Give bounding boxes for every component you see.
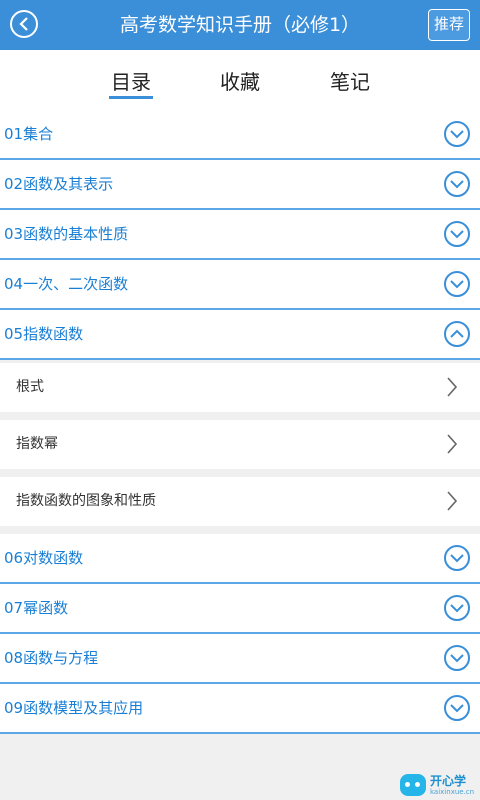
chapter-row[interactable]: 08函数与方程 <box>0 634 480 684</box>
divider <box>0 412 480 420</box>
tab-favorites[interactable]: 收藏 <box>220 66 260 95</box>
chevron-down-icon[interactable] <box>444 695 470 721</box>
subsection-label: 指数函数的图象和性质 <box>16 493 156 509</box>
divider <box>0 469 480 477</box>
chevron-down-icon[interactable] <box>444 595 470 621</box>
chevron-up-icon[interactable] <box>444 321 470 347</box>
chapter-label: 05指数函数 <box>4 325 84 343</box>
chapter-label: 03函数的基本性质 <box>4 225 129 243</box>
chapter-label: 01集合 <box>4 125 54 143</box>
chevron-down-icon[interactable] <box>444 121 470 147</box>
watermark-url: kaixinxue.cn <box>430 788 475 796</box>
tab-contents[interactable]: 目录 <box>109 66 153 99</box>
watermark-logo: 开心学 kaixinxue.cn <box>398 770 480 800</box>
watermark-text: 开心学 <box>430 774 467 788</box>
subsection-item[interactable]: 指数函数的图象和性质 <box>0 477 480 526</box>
subsection-item[interactable]: 根式 <box>0 363 480 412</box>
mascot-icon <box>400 774 426 796</box>
chapter-row[interactable]: 04一次、二次函数 <box>0 260 480 310</box>
subsection-list: 根式 指数幂 指数函数的图象和性质 <box>0 360 480 534</box>
chapter-row[interactable]: 06对数函数 <box>0 534 480 584</box>
chapter-row[interactable]: 01集合 <box>0 110 480 160</box>
chapter-label: 02函数及其表示 <box>4 175 114 193</box>
subsection-item[interactable]: 指数幂 <box>0 420 480 469</box>
chapter-label: 09函数模型及其应用 <box>4 699 144 717</box>
recommend-button[interactable]: 推荐 <box>428 9 470 41</box>
chevron-down-icon[interactable] <box>444 221 470 247</box>
chapter-row-expanded[interactable]: 05指数函数 <box>0 310 480 360</box>
chapter-list: 01集合 02函数及其表示 03函数的基本性质 04一次、二次函数 05指数函数… <box>0 110 480 734</box>
chevron-down-icon[interactable] <box>444 271 470 297</box>
chapter-label: 06对数函数 <box>4 549 84 567</box>
chapter-label: 07幂函数 <box>4 599 69 617</box>
chapter-row[interactable]: 03函数的基本性质 <box>0 210 480 260</box>
chapter-row[interactable]: 07幂函数 <box>0 584 480 634</box>
chevron-right-icon <box>447 434 458 454</box>
chevron-right-icon <box>447 377 458 397</box>
chevron-down-icon[interactable] <box>444 645 470 671</box>
chevron-down-icon[interactable] <box>444 171 470 197</box>
subsection-label: 指数幂 <box>16 436 58 452</box>
tab-bar: 目录 收藏 笔记 <box>0 50 480 160</box>
chevron-down-icon[interactable] <box>444 545 470 571</box>
subsection-label: 根式 <box>16 379 44 395</box>
chapter-label: 08函数与方程 <box>4 649 99 667</box>
chapter-label: 04一次、二次函数 <box>4 275 129 293</box>
chapter-row[interactable]: 02函数及其表示 <box>0 160 480 210</box>
page-title: 高考数学知识手册（必修1） <box>119 14 361 36</box>
chapter-row[interactable]: 09函数模型及其应用 <box>0 684 480 734</box>
top-bar: 高考数学知识手册（必修1） 推荐 <box>0 0 480 50</box>
tab-notes[interactable]: 笔记 <box>330 66 370 95</box>
chevron-right-icon <box>447 491 458 511</box>
divider <box>0 526 480 534</box>
